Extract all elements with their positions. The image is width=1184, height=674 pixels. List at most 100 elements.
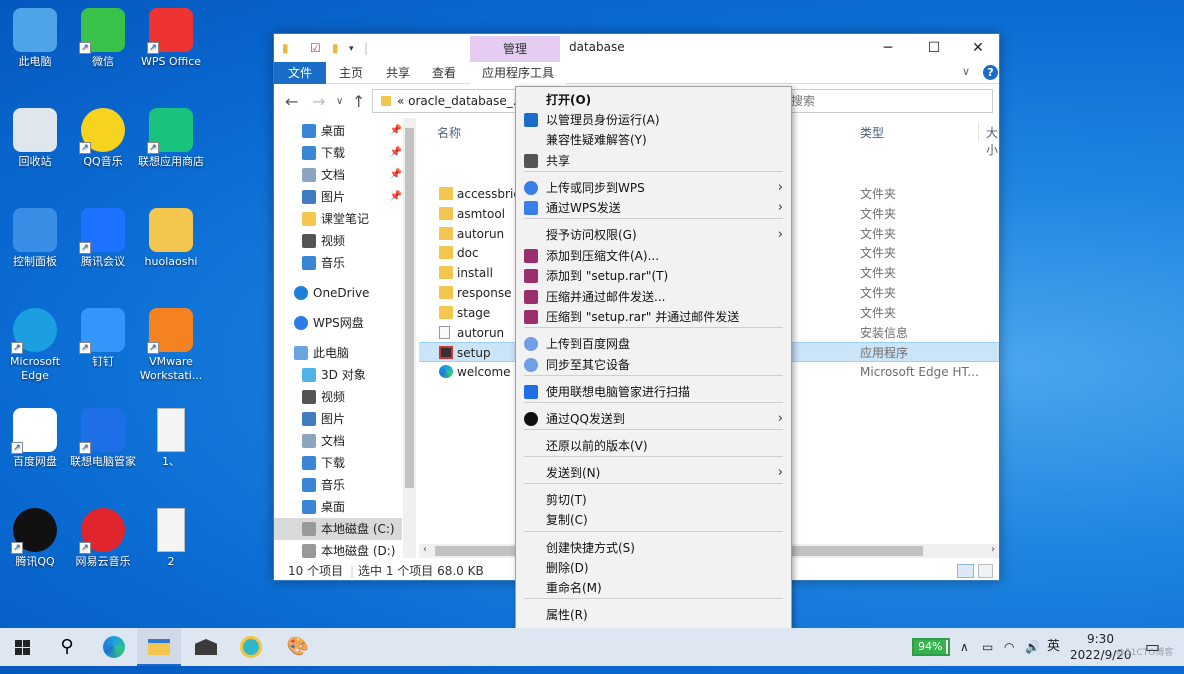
- nav-item[interactable]: 课堂笔记: [274, 208, 402, 230]
- menu-item[interactable]: 通过WPS发送 ›: [516, 198, 791, 218]
- column-header-type[interactable]: 类型: [860, 124, 884, 141]
- back-arrow-icon[interactable]: ←: [285, 92, 298, 111]
- taskbar-edge[interactable]: [92, 628, 136, 666]
- menu-item[interactable]: 剪切(T): [516, 490, 791, 510]
- tab-view[interactable]: 查看: [420, 62, 468, 84]
- menu-item[interactable]: 发送到(N) ›: [516, 463, 791, 483]
- menu-separator: [524, 402, 783, 403]
- search-input[interactable]: 搜索: [784, 89, 993, 113]
- menu-item[interactable]: 删除(D): [516, 558, 791, 578]
- nav-item[interactable]: 音乐: [274, 474, 402, 496]
- tray-chevron-icon[interactable]: ∧: [960, 628, 969, 666]
- file-name: response: [457, 286, 512, 300]
- desktop-icon[interactable]: ↗ WPS Office: [131, 8, 211, 69]
- menu-item[interactable]: 使用联想电脑管家进行扫描: [516, 382, 791, 402]
- nav-item[interactable]: 下载: [274, 452, 402, 474]
- menu-item-label: 授予访问权限(G): [546, 228, 637, 242]
- nav-item[interactable]: 图片: [274, 408, 402, 430]
- nav-item[interactable]: 桌面: [274, 496, 402, 518]
- nav-item[interactable]: 文档: [274, 430, 402, 452]
- taskbar-paint[interactable]: 🎨: [276, 628, 320, 666]
- menu-item[interactable]: 压缩并通过邮件发送...: [516, 287, 791, 307]
- tab-app-tools[interactable]: 应用程序工具: [470, 62, 567, 84]
- menu-item[interactable]: 属性(R): [516, 605, 791, 625]
- menu-item[interactable]: 共享: [516, 151, 791, 171]
- menu-item[interactable]: 添加到压缩文件(A)...: [516, 246, 791, 266]
- winrar-icon: [524, 249, 538, 263]
- ime-indicator[interactable]: 英: [1047, 628, 1060, 666]
- nav-item[interactable]: 本地磁盘 (D:): [274, 540, 402, 560]
- nav-item[interactable]: 本地磁盘 (C:): [274, 518, 402, 540]
- nav-scrollbar-thumb[interactable]: [405, 128, 414, 488]
- file-name: doc: [457, 246, 479, 261]
- tab-share[interactable]: 共享: [374, 62, 422, 84]
- menu-item[interactable]: 通过QQ发送到 ›: [516, 409, 791, 429]
- tab-manage[interactable]: 管理: [470, 36, 560, 62]
- new-folder-icon[interactable]: ▮: [332, 41, 339, 55]
- tab-home[interactable]: 主页: [327, 62, 375, 84]
- menu-item[interactable]: 复制(C): [516, 510, 791, 530]
- column-header-size[interactable]: 大小: [986, 124, 1001, 158]
- scroll-right-icon[interactable]: ›: [991, 544, 995, 555]
- nav-item[interactable]: 3D 对象: [274, 364, 402, 386]
- large-icons-view-icon[interactable]: [978, 564, 993, 578]
- menu-item[interactable]: 上传或同步到WPS ›: [516, 178, 791, 198]
- menu-item[interactable]: 创建快捷方式(S): [516, 538, 791, 558]
- properties-icon[interactable]: ☑: [310, 41, 321, 55]
- menu-item[interactable]: 压缩到 "setup.rar" 并通过邮件发送: [516, 307, 791, 327]
- battery-icon[interactable]: ▭: [982, 628, 993, 666]
- menu-item[interactable]: 打开(O): [516, 90, 791, 110]
- nav-item-label: 图片: [321, 412, 346, 426]
- start-button[interactable]: [0, 628, 44, 666]
- desktop-icon-label: 1、: [162, 455, 180, 468]
- nav-item-label: WPS网盘: [313, 316, 364, 330]
- search-button[interactable]: ⚲: [45, 628, 89, 666]
- nav-item[interactable]: 视频: [274, 230, 402, 252]
- maximize-button[interactable]: ☐: [911, 34, 957, 62]
- close-button[interactable]: ✕: [955, 34, 1001, 62]
- notification-icon[interactable]: ▭: [1145, 628, 1160, 666]
- nav-item[interactable]: 下载 📌: [274, 142, 402, 164]
- column-header-name[interactable]: 名称: [437, 124, 461, 141]
- address-input[interactable]: « oracle_database_...: [372, 89, 522, 113]
- desktop-icon[interactable]: 1、: [131, 408, 211, 469]
- menu-item[interactable]: 同步至其它设备: [516, 355, 791, 375]
- menu-item[interactable]: 授予访问权限(G) ›: [516, 225, 791, 245]
- menu-item-label: 添加到 "setup.rar"(T): [546, 269, 669, 283]
- taskbar-mail[interactable]: [184, 628, 228, 666]
- menu-item[interactable]: 上传到百度网盘: [516, 334, 791, 354]
- menu-item[interactable]: 添加到 "setup.rar"(T): [516, 266, 791, 286]
- taskbar-file-explorer[interactable]: [137, 628, 181, 666]
- customize-qat-icon[interactable]: ▾: [349, 44, 354, 54]
- tab-file[interactable]: 文件: [274, 62, 326, 84]
- nav-item[interactable]: 文档 📌: [274, 164, 402, 186]
- minimize-button[interactable]: ─: [865, 34, 911, 62]
- expand-ribbon-icon[interactable]: ∨: [962, 65, 970, 78]
- help-icon[interactable]: ?: [983, 65, 998, 80]
- taskbar-app[interactable]: [229, 628, 273, 666]
- desktop-icon[interactable]: ↗ VMware Workstati...: [131, 308, 211, 383]
- nav-item[interactable]: OneDrive: [274, 282, 402, 304]
- volume-icon[interactable]: 🔊: [1025, 628, 1040, 666]
- nav-item[interactable]: 桌面 📌: [274, 120, 402, 142]
- details-view-icon[interactable]: [957, 564, 974, 578]
- menu-item[interactable]: 兼容性疑难解答(Y): [516, 130, 791, 150]
- nav-item[interactable]: 音乐: [274, 252, 402, 274]
- nav-item[interactable]: 图片 📌: [274, 186, 402, 208]
- title-bar[interactable]: ▮ ☑ ▮ ▾ | 管理 database ─ ☐ ✕: [274, 34, 999, 62]
- forward-arrow-icon[interactable]: →: [312, 92, 325, 111]
- scroll-left-icon[interactable]: ‹: [423, 544, 427, 555]
- desktop-icon[interactable]: huolaoshi: [131, 208, 211, 269]
- recent-locations-icon[interactable]: ∨: [336, 96, 343, 107]
- nav-item[interactable]: 视频: [274, 386, 402, 408]
- up-arrow-icon[interactable]: ↑: [352, 92, 365, 111]
- menu-item[interactable]: 还原以前的版本(V): [516, 436, 791, 456]
- desktop-icon[interactable]: ↗ 联想应用商店: [131, 108, 211, 169]
- desktop-icon[interactable]: 2: [131, 508, 211, 569]
- wifi-icon[interactable]: ◠: [1004, 628, 1014, 666]
- nav-item[interactable]: WPS网盘: [274, 312, 402, 334]
- menu-item[interactable]: 重命名(M): [516, 578, 791, 598]
- menu-item[interactable]: 以管理员身份运行(A): [516, 110, 791, 130]
- nav-item[interactable]: 此电脑: [274, 342, 402, 364]
- battery-indicator[interactable]: 94%: [912, 638, 950, 656]
